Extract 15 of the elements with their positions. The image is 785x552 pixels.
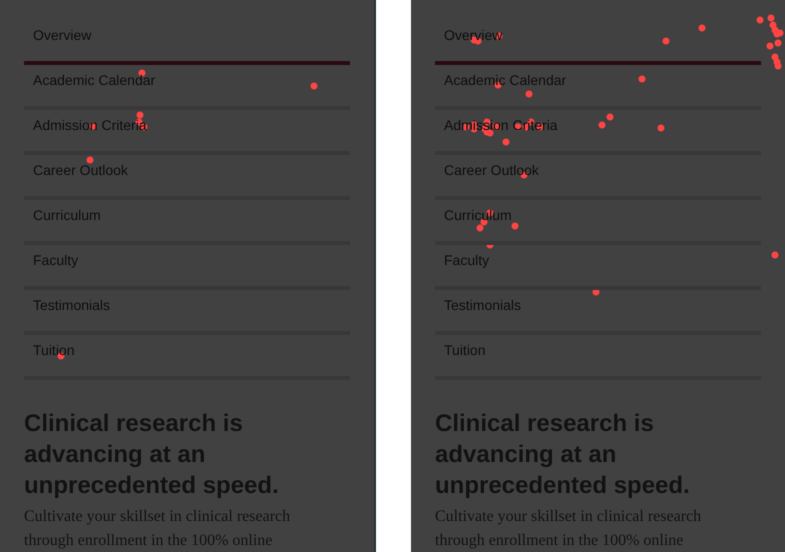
click-dot (310, 82, 318, 90)
click-dot (658, 124, 664, 132)
click-dot (662, 38, 670, 44)
click-dot (698, 24, 706, 32)
click-dot (526, 90, 532, 98)
nav-tab[interactable]: Tuition (24, 335, 350, 380)
click-dot (756, 16, 764, 24)
click-dot (502, 138, 510, 146)
click-dot (512, 222, 518, 230)
click-dot (638, 76, 646, 82)
click-dot (592, 288, 600, 296)
click-dot (138, 70, 146, 76)
click-dot (86, 156, 94, 164)
click-dot (486, 210, 494, 216)
click-dot (772, 252, 778, 258)
